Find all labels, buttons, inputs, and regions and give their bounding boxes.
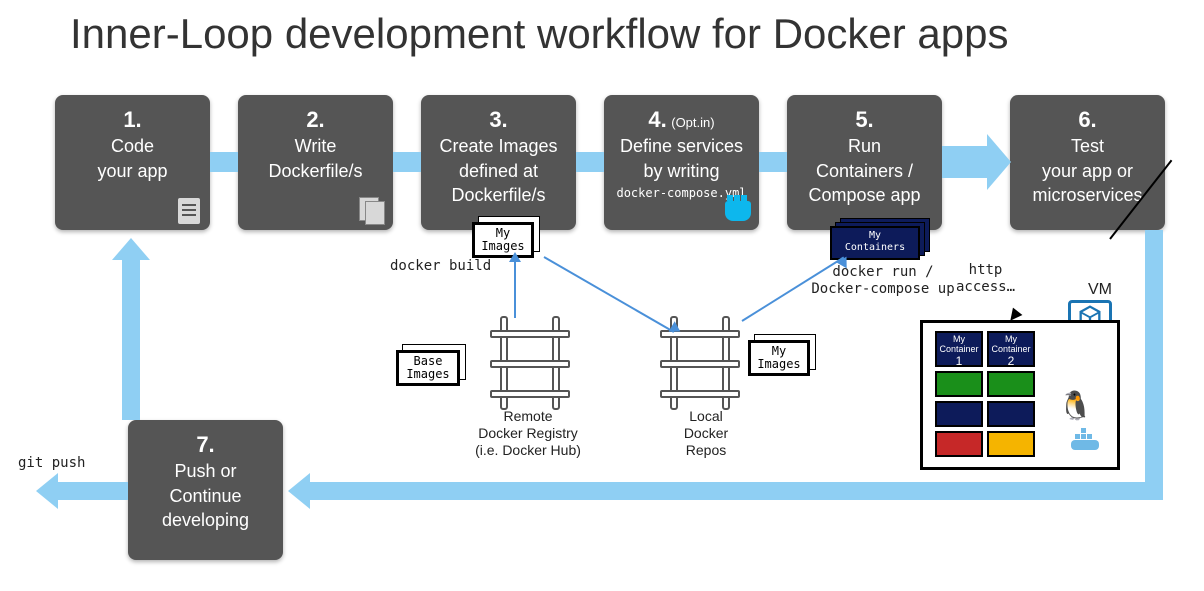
vm-cell-navy-2 <box>987 401 1035 427</box>
vm-cell-green-1 <box>935 371 983 397</box>
vm-box: My Container 1 My Container 2 🐧 <box>920 320 1120 470</box>
label-remote-registry-l1: Remote <box>503 408 552 424</box>
step-5-l1: Run <box>793 135 936 158</box>
label-http-access: http access… <box>956 262 1015 296</box>
diagram-title: Inner-Loop development workflow for Dock… <box>70 10 1008 58</box>
vm-container-1: My Container 1 <box>935 331 983 367</box>
label-remote-registry: Remote Docker Registry (i.e. Docker Hub) <box>448 408 608 458</box>
step-1: 1. Code your app <box>55 95 210 230</box>
step-7-l1: Push or <box>134 460 277 483</box>
card-base-images-l2: Images <box>405 368 451 381</box>
step-4: 4. (Opt.in) Define services by writing d… <box>604 95 759 230</box>
step-1-l2: your app <box>61 160 204 183</box>
label-local-repos-l3: Repos <box>686 442 726 458</box>
step-6-l2: your app or <box>1016 160 1159 183</box>
label-docker-run: docker run / Docker-compose up <box>808 264 958 298</box>
card-my-containers-l2: Containers <box>832 242 918 254</box>
step-6-l1: Test <box>1016 135 1159 158</box>
step-7-num: 7. <box>134 432 277 458</box>
arrow-3-4 <box>576 152 604 172</box>
step-6-num: 6. <box>1016 107 1159 133</box>
docker-whale-vm-icon <box>1069 428 1105 459</box>
vm-c1-l2: Container <box>939 344 978 354</box>
document-icon <box>176 198 202 224</box>
arrow-4-5 <box>759 152 787 172</box>
step-3-l2: defined at <box>427 160 570 183</box>
arrow-7-1-shaft <box>122 260 140 420</box>
step-5-num: 5. <box>793 107 936 133</box>
step-6: 6. Test your app or microservices <box>1010 95 1165 230</box>
arrow-bottom-head <box>288 473 310 509</box>
step-3-num: 3. <box>427 107 570 133</box>
vm-cell-navy-1 <box>935 401 983 427</box>
label-vm: VM <box>1088 280 1112 299</box>
shelf-remote <box>490 320 570 410</box>
arrow-6-down <box>1145 230 1163 492</box>
arrow-remote-up-head <box>509 252 521 262</box>
arrow-remote-up <box>514 260 516 318</box>
tux-icon: 🐧 <box>1058 389 1093 422</box>
card-my-containers-l1: My <box>832 230 918 242</box>
step-4-opt: (Opt.in) <box>671 115 714 130</box>
arrow-5-6-shaft <box>942 146 987 178</box>
step-2: 2. Write Dockerfile/s <box>238 95 393 230</box>
label-local-repos-l2: Docker <box>684 425 728 441</box>
label-remote-registry-l2: Docker Registry <box>478 425 578 441</box>
card-my-images-top: My Images <box>472 222 534 258</box>
card-my-images-local-l2: Images <box>757 358 801 371</box>
step-7-l2: Continue <box>134 485 277 508</box>
step-7-l3: developing <box>134 509 277 532</box>
label-local-repos: Local Docker Repos <box>666 408 746 458</box>
step-1-l1: Code <box>61 135 204 158</box>
label-local-repos-l1: Local <box>689 408 722 424</box>
step-4-num: 4. <box>648 107 666 132</box>
label-docker-run-l2: Docker-compose up <box>811 281 954 297</box>
vm-c1-n: 1 <box>956 354 963 368</box>
arrow-2-3 <box>393 152 421 172</box>
label-docker-build: docker build <box>390 258 491 275</box>
step-3-l1: Create Images <box>427 135 570 158</box>
vm-cell-green-2 <box>987 371 1035 397</box>
step-5-l2: Containers / <box>793 160 936 183</box>
arrow-gitpush-shaft <box>58 482 128 500</box>
step-3-l3: Dockerfile/s <box>427 184 570 207</box>
step-3: 3. Create Images defined at Dockerfile/s <box>421 95 576 230</box>
step-7: 7. Push or Continue developing <box>128 420 283 560</box>
vm-container-2: My Container 2 <box>987 331 1035 367</box>
step-2-l2: Dockerfile/s <box>244 160 387 183</box>
arrow-7-1-head <box>112 238 150 260</box>
vm-c2-l1: My <box>1005 334 1017 344</box>
vm-c2-n: 2 <box>1008 354 1015 368</box>
docker-whale-icon <box>725 198 751 224</box>
arrow-gitpush-head <box>36 473 58 509</box>
label-http-l1: http <box>969 262 1003 278</box>
step-1-num: 1. <box>61 107 204 133</box>
step-5-l3: Compose app <box>793 184 936 207</box>
arrow-1-2 <box>210 152 238 172</box>
label-http-l2: access… <box>956 279 1015 295</box>
step-2-num: 2. <box>244 107 387 133</box>
dockerfile-stack-icon <box>359 198 385 224</box>
step-5: 5. Run Containers / Compose app <box>787 95 942 230</box>
step-4-l1: Define services <box>610 135 753 158</box>
label-git-push: git push <box>18 455 85 472</box>
label-remote-registry-l3: (i.e. Docker Hub) <box>475 442 581 458</box>
vm-cell-yellow <box>987 431 1035 457</box>
vm-c1-l1: My <box>953 334 965 344</box>
vm-cell-red <box>935 431 983 457</box>
step-2-l1: Write <box>244 135 387 158</box>
arrow-5-6-head <box>987 134 1011 190</box>
arrow-bottom-shaft <box>310 482 1163 500</box>
vm-c2-l2: Container <box>991 344 1030 354</box>
card-base-images: Base Images <box>396 350 460 386</box>
card-my-images-local: My Images <box>748 340 810 376</box>
step-4-l2: by writing <box>610 160 753 183</box>
